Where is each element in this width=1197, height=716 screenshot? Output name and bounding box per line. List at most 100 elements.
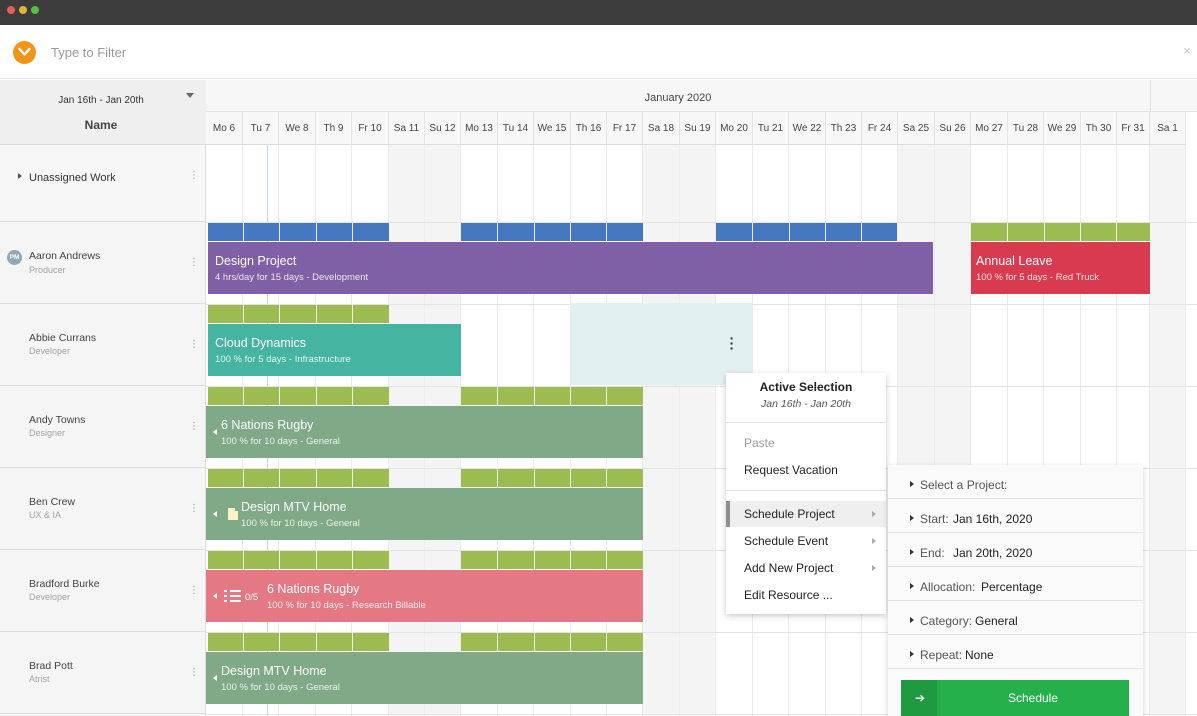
kebab-menu-icon[interactable]: ⋮	[189, 340, 199, 350]
close-icon[interactable]: ×	[1181, 44, 1193, 57]
caret-down-icon[interactable]	[186, 93, 194, 98]
resource-row[interactable]: PM Aaron Andrews Producer ⋮	[0, 222, 205, 304]
availability-strip[interactable]	[716, 223, 897, 241]
filter-input[interactable]	[51, 43, 451, 61]
filter-bar: ×	[0, 25, 1197, 79]
day-header: Th 23	[826, 112, 862, 145]
caret-right-icon	[910, 617, 914, 623]
day-column-weekend[interactable]	[680, 145, 716, 716]
booking-cloud-dynamics[interactable]: Cloud Dynamics 100 % for 5 days - Infras…	[208, 324, 461, 376]
booking-details: 100 % for 10 days - General	[241, 518, 360, 529]
availability-strip[interactable]	[208, 305, 389, 323]
booking-details: 4 hrs/day for 15 days - Development	[215, 272, 369, 283]
availability-strip[interactable]	[208, 223, 389, 241]
person-name: Bradford Burke	[29, 578, 100, 590]
availability-strip[interactable]	[461, 551, 643, 569]
day-header: Tu 21	[753, 112, 789, 145]
menu-item-schedule-event[interactable]: Schedule Event	[726, 528, 886, 554]
day-header: Su 26	[935, 112, 971, 145]
name-column-header[interactable]: Name	[0, 118, 202, 132]
booking-details: 100 % for 5 days - Infrastructure	[215, 354, 351, 365]
day-header: Fr 10	[352, 112, 389, 145]
category-field[interactable]: Category: General	[888, 601, 1143, 635]
booking-design-mtv-home[interactable]: Design MTV Home 100 % for 10 days - Gene…	[206, 488, 643, 540]
availability-strip[interactable]	[208, 469, 389, 487]
kebab-menu-icon[interactable]: ⋮	[189, 258, 199, 268]
caret-right-icon[interactable]	[18, 173, 22, 179]
booking-annual-leave[interactable]: Annual Leave 100 % for 5 days - Red Truc…	[971, 242, 1150, 294]
caret-left-icon[interactable]	[213, 511, 217, 517]
menu-item-label: Schedule Event	[744, 534, 829, 548]
sidebar-header: Jan 16th - Jan 20th Name	[0, 80, 206, 145]
menu-item-edit-resource[interactable]: Edit Resource ...	[726, 582, 886, 608]
window-minimize-button[interactable]	[19, 6, 27, 14]
booking-design-mtv-home-2[interactable]: Design MTV Home 100 % for 10 days - Gene…	[206, 652, 643, 704]
start-date-field[interactable]: Start: Jan 16th, 2020	[888, 499, 1143, 533]
booking-6-nations-rugby[interactable]: 6 Nations Rugby 100 % for 10 days - Gene…	[206, 406, 643, 458]
day-header: We 15	[534, 112, 571, 145]
chevron-down-logo-icon[interactable]	[13, 41, 36, 64]
availability-strip[interactable]	[461, 387, 643, 405]
day-header: Mo 20	[716, 112, 753, 145]
project-select-field[interactable]: Select a Project:	[888, 465, 1143, 499]
booking-design-project[interactable]: Design Project 4 hrs/day for 15 days - D…	[208, 242, 933, 294]
booking-details: 100 % for 10 days - General	[221, 436, 340, 447]
booking-title: Annual Leave	[976, 254, 1053, 268]
kebab-menu-icon[interactable]: ⋮	[189, 586, 199, 596]
booking-6-nations-rugby-billable[interactable]: 0/5 6 Nations Rugby 100 % for 10 days - …	[206, 570, 643, 622]
booking-details: 100 % for 10 days - Research Billable	[267, 600, 426, 611]
booking-title: Design Project	[215, 254, 297, 268]
caret-left-icon[interactable]	[213, 429, 217, 435]
menu-item-paste[interactable]: Paste	[726, 430, 886, 456]
schedule-button[interactable]: ➔ Schedule	[901, 680, 1129, 716]
booking-details: 100 % for 5 days - Red Truck	[976, 272, 1100, 283]
date-range-label[interactable]: Jan 16th - Jan 20th	[0, 95, 202, 106]
day-column-weekend[interactable]	[1150, 145, 1186, 716]
kebab-menu-icon[interactable]: ⋮	[189, 668, 199, 678]
end-date-field[interactable]: End: Jan 20th, 2020	[888, 533, 1143, 567]
day-header: Th 9	[316, 112, 352, 145]
kebab-menu-icon[interactable]: ⋮	[189, 171, 199, 181]
availability-strip[interactable]	[461, 223, 643, 241]
availability-strip[interactable]	[208, 551, 389, 569]
resource-sidebar: Jan 16th - Jan 20th Name Unassigned Work…	[0, 80, 206, 716]
resource-row[interactable]: Bradford Burke Developer ⋮	[0, 550, 205, 632]
availability-strip[interactable]	[461, 633, 643, 651]
availability-strip[interactable]	[971, 223, 1150, 241]
allocation-field[interactable]: Allocation: Percentage	[888, 567, 1143, 601]
unassigned-work-row[interactable]: Unassigned Work ⋮	[0, 145, 205, 222]
day-header: We 29	[1044, 112, 1081, 145]
window-maximize-button[interactable]	[31, 6, 39, 14]
resource-row[interactable]: Ben Crew UX & IA ⋮	[0, 468, 205, 550]
kebab-menu-icon[interactable]: ⋮	[189, 422, 199, 432]
selection-kebab-icon[interactable]: · · ·	[728, 331, 736, 355]
menu-item-add-new-project[interactable]: Add New Project	[726, 555, 886, 581]
repeat-field[interactable]: Repeat: None	[888, 635, 1143, 669]
month-header: January 2020	[206, 80, 1150, 112]
booking-title: Cloud Dynamics	[215, 336, 307, 350]
menu-item-request-vacation[interactable]: Request Vacation	[726, 457, 886, 483]
person-role: UX & IA	[29, 510, 62, 520]
day-header: Tu 28	[1008, 112, 1044, 145]
person-name: Abbie Currans	[29, 332, 97, 344]
resource-row[interactable]: Andy Towns Designer ⋮	[0, 386, 205, 468]
active-selection-area[interactable]	[570, 303, 752, 385]
window-close-button[interactable]	[7, 6, 15, 14]
resource-row[interactable]: Abbie Currans Developer ⋮	[0, 304, 205, 386]
availability-strip[interactable]	[208, 633, 389, 651]
kebab-menu-icon[interactable]: ⋮	[189, 504, 199, 514]
menu-item-schedule-project[interactable]: Schedule Project	[726, 501, 886, 527]
resource-row[interactable]: Brad Pott Atrist ⋮	[0, 632, 205, 714]
day-column-weekend[interactable]	[643, 145, 680, 716]
repeat-value: None	[965, 648, 994, 662]
caret-right-icon	[910, 583, 914, 589]
caret-right-icon	[910, 515, 914, 521]
day-header: Tu 7	[243, 112, 279, 145]
availability-strip[interactable]	[208, 387, 389, 405]
availability-strip[interactable]	[461, 469, 643, 487]
caret-left-icon[interactable]	[213, 593, 217, 599]
chevron-right-icon	[872, 538, 876, 544]
day-header: Sa 1	[1150, 112, 1186, 145]
caret-left-icon[interactable]	[213, 675, 217, 681]
day-header: Mo 13	[461, 112, 498, 145]
